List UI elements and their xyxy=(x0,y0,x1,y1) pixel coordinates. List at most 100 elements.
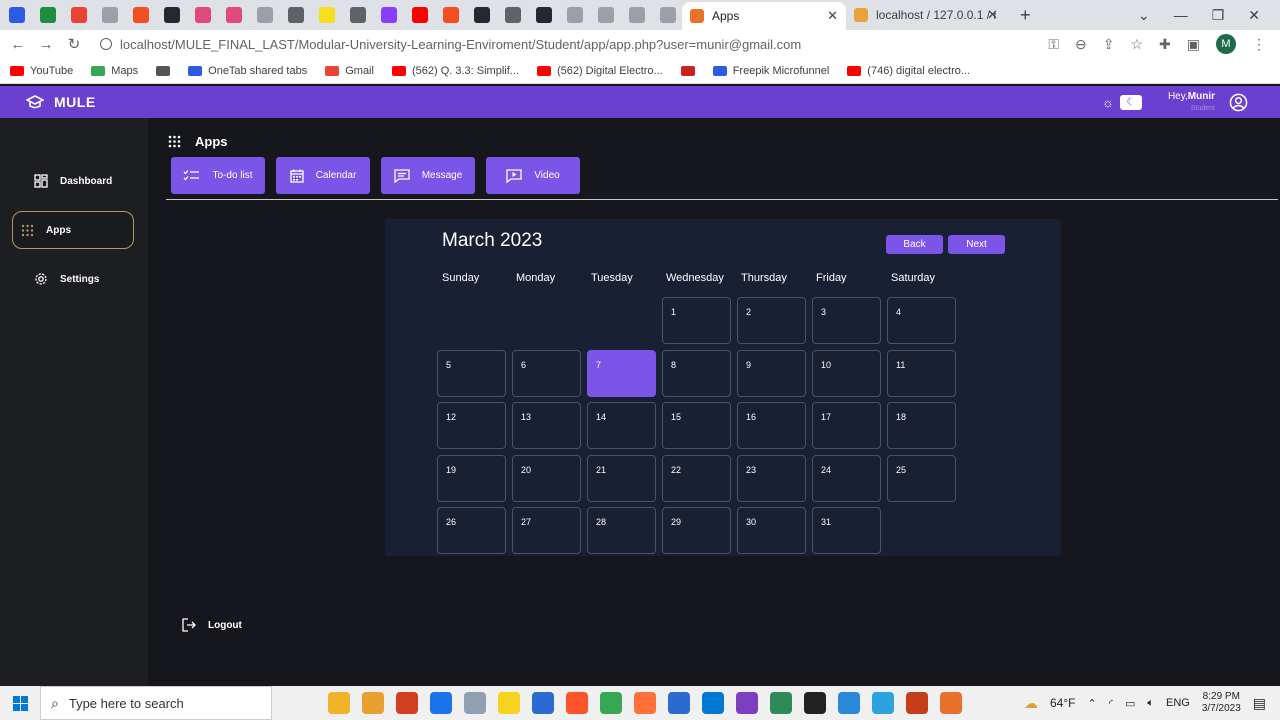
battery-icon[interactable]: ▭ xyxy=(1125,697,1135,710)
bookmark-item[interactable]: Gmail xyxy=(325,65,374,77)
close-tab-icon[interactable]: ✕ xyxy=(827,8,838,24)
browser-tab-favicon-icon[interactable] xyxy=(164,7,180,23)
browser-tab-favicon-icon[interactable] xyxy=(133,7,149,23)
taskbar-app-icon[interactable] xyxy=(328,692,350,714)
brand-logo[interactable]: MULE xyxy=(26,94,96,110)
browser-tab-favicon-icon[interactable] xyxy=(319,7,335,23)
minimize-button[interactable]: — xyxy=(1174,7,1188,24)
reload-icon[interactable]: ↻ xyxy=(60,35,88,53)
calendar-day[interactable]: 29 xyxy=(662,507,731,554)
calendar-day[interactable]: 8 xyxy=(662,349,731,397)
taskbar-app-icon[interactable] xyxy=(566,692,588,714)
forward-nav-icon[interactable]: → xyxy=(32,36,60,53)
sidebar-item-apps[interactable]: Apps xyxy=(12,211,134,249)
logout-button[interactable]: Logout xyxy=(182,618,242,632)
browser-tab-favicon-icon[interactable] xyxy=(226,7,242,23)
browser-tab-favicon-icon[interactable] xyxy=(505,7,521,23)
taskbar-app-icon[interactable] xyxy=(702,692,724,714)
bookmark-item[interactable]: Maps xyxy=(91,65,138,77)
close-tab-icon[interactable]: ✕ xyxy=(987,7,998,23)
calendar-day[interactable]: 28 xyxy=(587,507,656,554)
bookmark-item[interactable]: OneTab shared tabs xyxy=(188,65,307,77)
bookmark-item[interactable]: (746) digital electro... xyxy=(847,65,970,77)
browser-menu-icon[interactable]: ⋮ xyxy=(1252,36,1266,53)
browser-tab-favicon-icon[interactable] xyxy=(40,7,56,23)
browser-tab-favicon-icon[interactable] xyxy=(536,7,552,23)
browser-tab-favicon-icon[interactable] xyxy=(288,7,304,23)
new-tab-button[interactable]: + xyxy=(1020,5,1031,26)
browser-tab-favicon-icon[interactable] xyxy=(195,7,211,23)
browser-tab-favicon-icon[interactable] xyxy=(598,7,614,23)
weather-icon[interactable]: ☁ xyxy=(1024,695,1038,712)
bookmark-item[interactable]: (562) Q. 3.3: Simplif... xyxy=(391,65,519,77)
taskbar-app-icon[interactable] xyxy=(872,692,894,714)
side-panel-icon[interactable]: ▣ xyxy=(1187,36,1200,53)
language-indicator[interactable]: ENG xyxy=(1166,697,1190,709)
close-window-button[interactable]: ✕ xyxy=(1248,7,1260,24)
taskbar-app-icon[interactable] xyxy=(430,692,452,714)
calendar-day[interactable]: 1 xyxy=(662,297,731,344)
calendar-day[interactable]: 23 xyxy=(737,454,806,502)
browser-tab-favicon-icon[interactable] xyxy=(257,7,273,23)
browser-tab-favicon-icon[interactable] xyxy=(9,7,25,23)
video-button[interactable]: Video xyxy=(486,157,580,194)
calendar-day[interactable]: 13 xyxy=(512,402,581,449)
notifications-icon[interactable]: ▤ xyxy=(1253,695,1266,712)
browser-tab-favicon-icon[interactable] xyxy=(412,7,428,23)
share-icon[interactable]: ⇪ xyxy=(1103,36,1115,53)
calendar-day[interactable]: 27 xyxy=(512,507,581,554)
zoom-icon[interactable]: ⊖ xyxy=(1075,36,1087,53)
tab-apps[interactable]: Apps ✕ xyxy=(682,2,846,30)
back-nav-icon[interactable]: ← xyxy=(4,36,32,53)
calendar-day[interactable]: 25 xyxy=(887,454,956,502)
bookmark-item[interactable] xyxy=(680,65,695,76)
calendar-day[interactable]: 31 xyxy=(812,507,881,554)
temperature[interactable]: 64°F xyxy=(1050,696,1075,710)
taskbar-app-icon[interactable] xyxy=(634,692,656,714)
calendar-day[interactable]: 14 xyxy=(587,402,656,449)
bookmark-star-icon[interactable]: ☆ xyxy=(1130,36,1143,53)
calendar-day[interactable]: 21 xyxy=(587,454,656,502)
taskbar-app-icon[interactable] xyxy=(600,692,622,714)
clock[interactable]: 8:29 PM 3/7/2023 xyxy=(1202,691,1241,716)
calendar-day[interactable]: 20 xyxy=(512,454,581,502)
calendar-day[interactable]: 4 xyxy=(887,297,956,344)
browser-tab-favicon-icon[interactable] xyxy=(350,7,366,23)
volume-icon[interactable]: 🔈︎ xyxy=(1147,697,1154,710)
network-icon[interactable]: ◜ xyxy=(1109,697,1113,710)
calendar-day[interactable]: 10 xyxy=(812,349,881,397)
site-info-icon[interactable] xyxy=(100,38,112,50)
browser-tab-favicon-icon[interactable] xyxy=(660,7,676,23)
calendar-day[interactable]: 6 xyxy=(512,349,581,397)
url-field[interactable]: localhost/MULE_FINAL_LAST/Modular-Univer… xyxy=(100,37,801,52)
taskbar-app-icon[interactable] xyxy=(464,692,486,714)
taskbar-app-icon[interactable] xyxy=(804,692,826,714)
calendar-day[interactable]: 11 xyxy=(887,349,956,397)
taskbar-search-input[interactable]: ⌕ Type here to search xyxy=(40,686,272,720)
sidebar-item-dashboard[interactable]: Dashboard xyxy=(12,162,134,200)
calendar-back-button[interactable]: Back xyxy=(886,235,943,254)
message-button[interactable]: Message xyxy=(381,157,475,194)
calendar-day[interactable]: 17 xyxy=(812,402,881,449)
calendar-next-button[interactable]: Next xyxy=(948,235,1005,254)
calendar-day[interactable]: 22 xyxy=(662,454,731,502)
browser-tab-favicon-icon[interactable] xyxy=(381,7,397,23)
calendar-day[interactable]: 18 xyxy=(887,402,956,449)
calendar-day[interactable]: 12 xyxy=(437,402,506,449)
bookmark-item[interactable] xyxy=(156,65,171,76)
taskbar-app-icon[interactable] xyxy=(736,692,758,714)
maximize-button[interactable]: ❐ xyxy=(1212,7,1225,24)
profile-avatar[interactable]: M xyxy=(1216,34,1236,54)
calendar-day[interactable]: 3 xyxy=(812,297,881,344)
browser-tab-favicon-icon[interactable] xyxy=(474,7,490,23)
taskbar-app-icon[interactable] xyxy=(940,692,962,714)
extensions-icon[interactable]: ✚ xyxy=(1159,36,1171,53)
calendar-day[interactable]: 26 xyxy=(437,507,506,554)
calendar-day[interactable]: 24 xyxy=(812,454,881,502)
taskbar-app-icon[interactable] xyxy=(396,692,418,714)
browser-tab-favicon-icon[interactable] xyxy=(71,7,87,23)
url-text[interactable]: localhost/MULE_FINAL_LAST/Modular-Univer… xyxy=(120,37,801,52)
key-icon[interactable]: ⚿ xyxy=(1048,36,1059,53)
sun-icon[interactable]: ☼ xyxy=(1102,95,1114,110)
bookmark-item[interactable]: Freepik Microfunnel xyxy=(712,65,829,77)
